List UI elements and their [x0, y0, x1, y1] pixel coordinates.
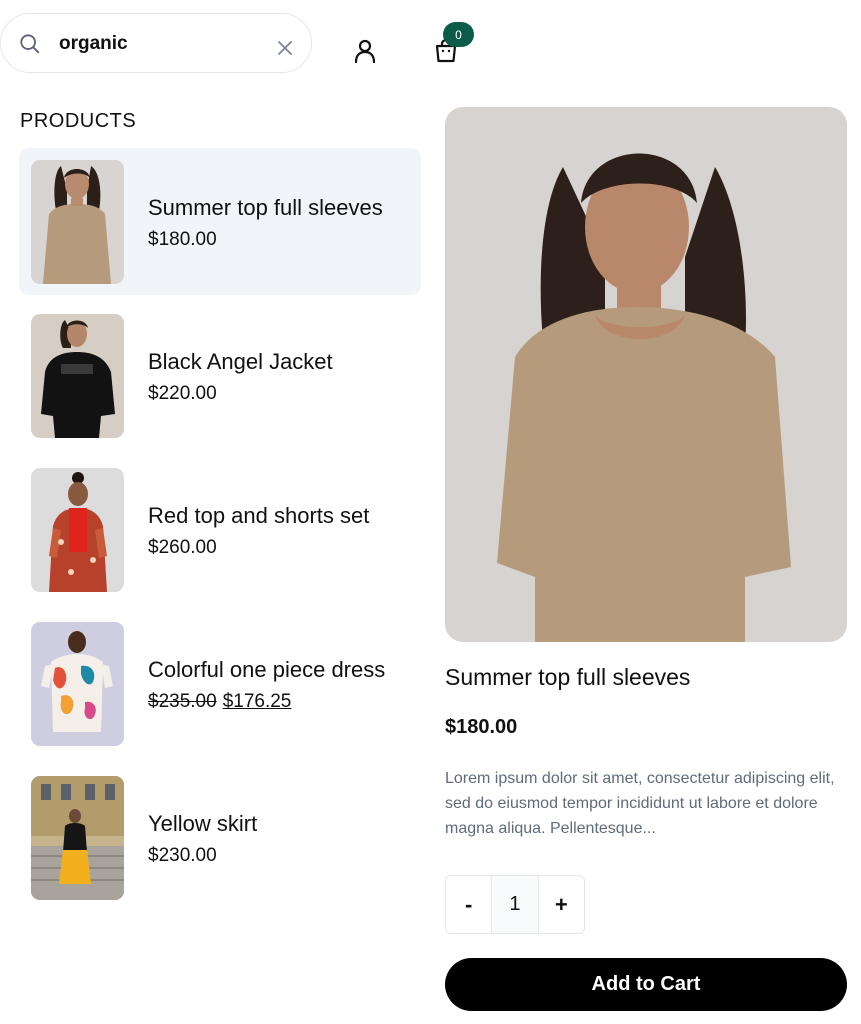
product-name: Red top and shorts set [148, 503, 370, 528]
quantity-value[interactable]: 1 [491, 876, 539, 933]
cart-count-badge: 0 [443, 22, 474, 47]
product-item[interactable]: Yellow skirt $230.00 [19, 764, 421, 911]
product-thumbnail [31, 160, 124, 284]
product-item[interactable]: Red top and shorts set $260.00 [19, 456, 421, 603]
product-price: $260.00 [148, 537, 217, 558]
search-bar[interactable] [0, 13, 312, 73]
product-detail-price: $180.00 [445, 716, 518, 738]
product-hero-image [445, 107, 847, 642]
product-item[interactable]: Black Angel Jacket $220.00 [19, 302, 421, 449]
product-item[interactable]: Colorful one piece dress $235.00 $176.25 [19, 610, 421, 757]
add-to-cart-button[interactable]: Add to Cart [445, 958, 847, 1011]
product-list: Summer top full sleeves $180.00 Black An… [19, 148, 421, 918]
product-price: $180.00 [148, 229, 217, 250]
product-name: Black Angel Jacket [148, 349, 333, 374]
product-name: Colorful one piece dress [148, 657, 386, 682]
sale-price: $176.25 [222, 691, 292, 712]
increase-quantity-button[interactable]: + [539, 876, 584, 933]
product-thumbnail [31, 622, 124, 746]
user-icon[interactable] [352, 38, 378, 64]
product-title: Summer top full sleeves [445, 664, 691, 690]
close-icon[interactable] [275, 38, 295, 58]
decrease-quantity-button[interactable]: - [446, 876, 491, 933]
products-heading: PRODUCTS [20, 110, 137, 132]
product-name: Summer top full sleeves [148, 195, 383, 220]
product-item[interactable]: Summer top full sleeves $180.00 [19, 148, 421, 295]
product-description: Lorem ipsum dolor sit amet, consectetur … [445, 770, 835, 837]
search-icon [20, 34, 40, 54]
quantity-stepper: - 1 + [445, 875, 585, 934]
product-thumbnail [31, 468, 124, 592]
product-price: $235.00 $176.25 [148, 691, 291, 713]
original-price: $235.00 [148, 691, 217, 712]
product-thumbnail [31, 776, 124, 900]
product-name: Yellow skirt [148, 811, 258, 836]
product-thumbnail [31, 314, 124, 438]
product-price: $220.00 [148, 383, 217, 404]
product-price: $230.00 [148, 845, 217, 866]
search-input[interactable] [57, 28, 261, 60]
